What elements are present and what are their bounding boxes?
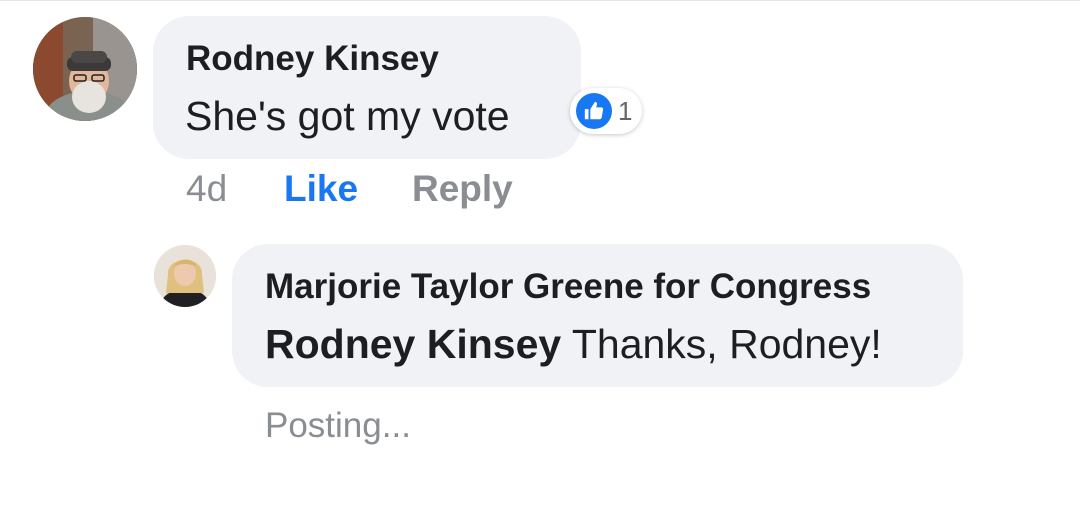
avatar-photo — [33, 17, 137, 121]
reaction-badge[interactable]: 1 — [570, 88, 643, 134]
reaction-count: 1 — [618, 96, 633, 126]
avatar-photo — [154, 245, 216, 307]
reply-text: Rodney Kinsey Thanks, Rodney! — [265, 318, 882, 370]
reply-avatar[interactable] — [154, 245, 216, 307]
reply-message: Thanks, Rodney! — [561, 321, 882, 367]
reply-author[interactable]: Marjorie Taylor Greene for Congress — [265, 265, 871, 309]
comment-timestamp[interactable]: 4d — [186, 166, 227, 212]
mention-link[interactable]: Rodney Kinsey — [265, 321, 561, 367]
posting-status: Posting... — [265, 406, 411, 445]
divider — [0, 0, 1080, 1]
thumbs-up-icon — [576, 93, 612, 129]
avatar[interactable] — [33, 17, 137, 121]
comment-text: She's got my vote — [185, 93, 510, 139]
comment-author[interactable]: Rodney Kinsey — [186, 37, 439, 81]
reply-button[interactable]: Reply — [412, 166, 513, 212]
like-button[interactable]: Like — [284, 166, 358, 212]
